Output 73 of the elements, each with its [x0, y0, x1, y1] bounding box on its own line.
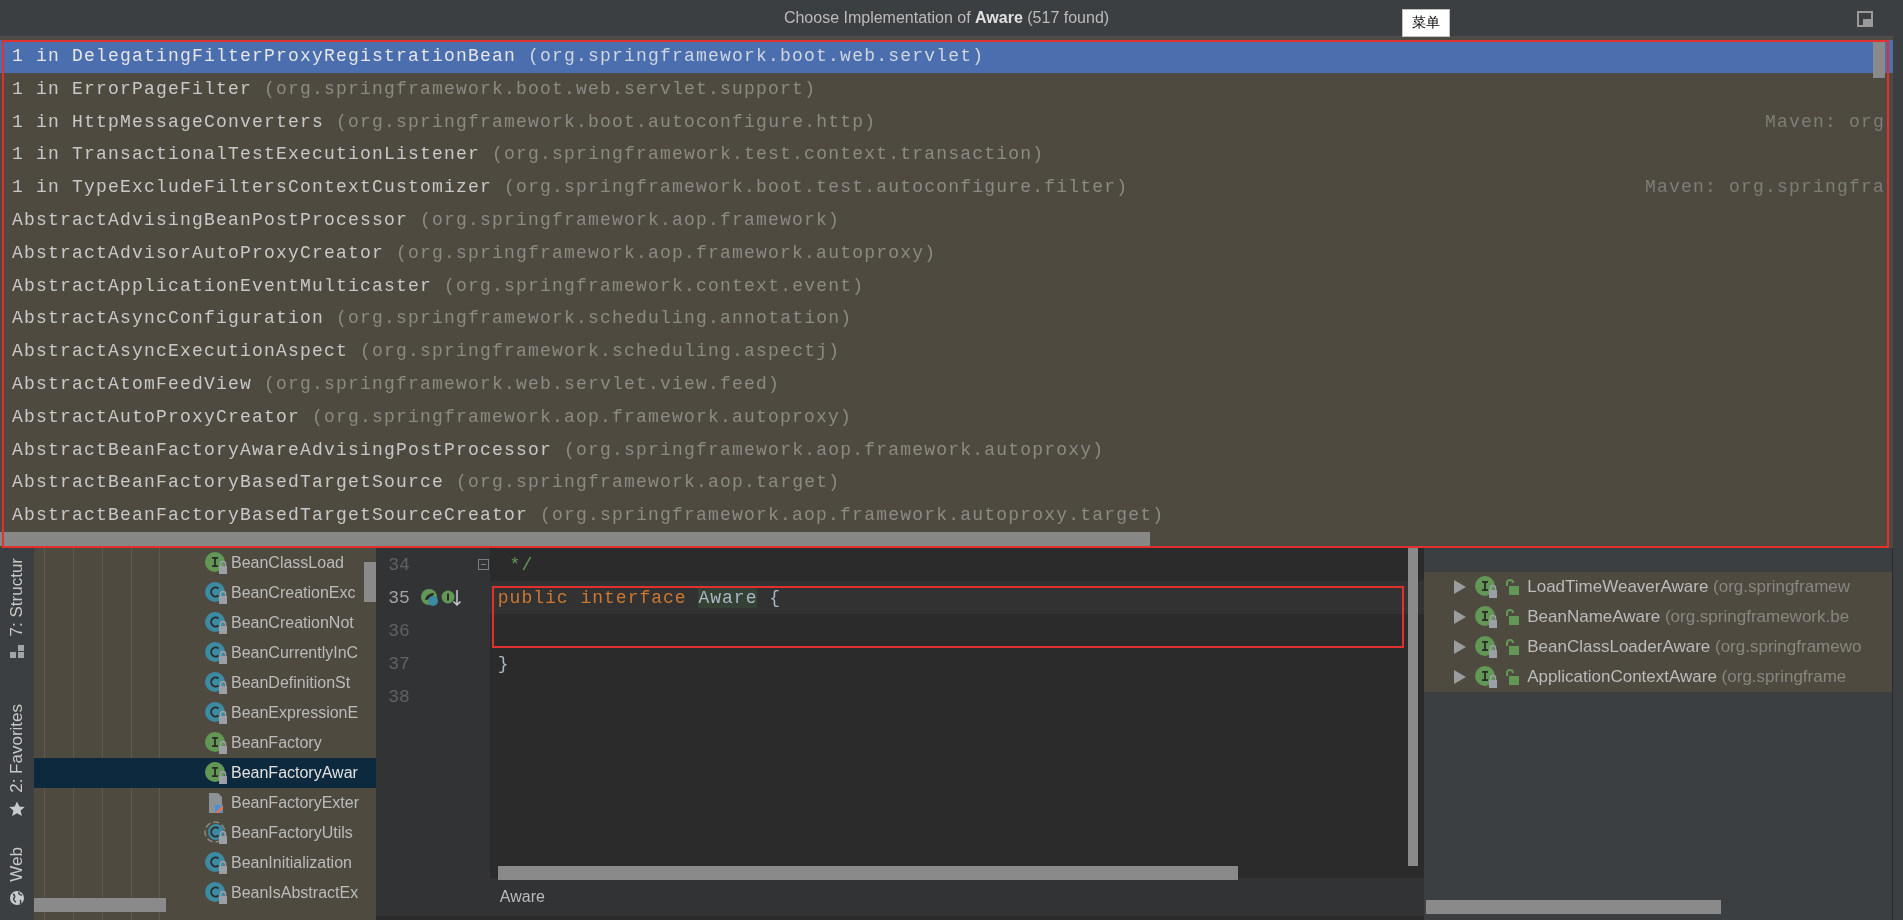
tree-item[interactable]: BeanClassLoad — [231, 554, 344, 572]
interface-icon — [204, 551, 228, 575]
star-icon[interactable] — [9, 801, 25, 818]
tree-item[interactable]: BeanInitialization — [231, 854, 352, 872]
breadcrumb[interactable]: Aware — [499, 888, 545, 906]
class-icon — [204, 851, 228, 875]
scrollbar-thumb[interactable] — [1426, 900, 1722, 914]
interface-icon — [204, 731, 228, 755]
tree-item[interactable]: BeanCurrentlyInC — [231, 644, 359, 662]
class-icon — [204, 611, 228, 635]
tree-item[interactable]: BeanFactoryExter — [231, 794, 360, 812]
scrollbar-thumb[interactable] — [34, 898, 166, 912]
interface-icon — [1474, 605, 1499, 629]
list-item[interactable]: AbstractAdvisorAutoProxyCreator (org.springframework.aop.framework.autoproxy) — [0, 236, 1893, 270]
scrollbar-thumb[interactable] — [0, 532, 1150, 546]
unlocked-icon — [1506, 669, 1520, 685]
scrollbar-thumb[interactable] — [1408, 548, 1419, 866]
scrollbar-thumb[interactable] — [1873, 42, 1885, 78]
tree-item[interactable]: BeanFactoryUtils — [231, 824, 353, 842]
tree-item[interactable]: BeanExpressionE — [231, 704, 359, 722]
tool-window-tab[interactable]: 7: Structur — [7, 558, 27, 637]
class-icon — [204, 671, 228, 695]
list-item[interactable]: AbstractBeanFactoryBasedTargetSourceCreator (org.springframework.aop.framework.autoproxy.target) — [0, 499, 1893, 532]
window-icon[interactable] — [1857, 11, 1873, 27]
unlocked-icon — [1506, 609, 1520, 625]
list-item[interactable]: AbstractAsyncConfiguration (org.springframework.scheduling.annotation) — [0, 302, 1893, 336]
tool-window-tab[interactable]: Web — [7, 847, 27, 882]
tree-item[interactable]: BeanDefinitionSt — [231, 674, 351, 692]
list-item[interactable]: 1 in DelegatingFilterProxyRegistrationBean (org.springframework.boot.web.servlet) — [0, 40, 1893, 73]
library-location: Maven: org — [1764, 110, 1885, 134]
code-line: */ — [508, 554, 534, 575]
interface-icon — [1474, 665, 1499, 689]
list-item[interactable]: 1 in TransactionalTestExecutionListener (org.springframework.test.context.transaction) — [0, 138, 1893, 172]
scrollbar-thumb[interactable] — [497, 866, 1238, 880]
globe-icon[interactable] — [9, 889, 25, 906]
tree-item[interactable]: BeanFactory — [231, 734, 322, 752]
expand-arrow-icon — [1454, 640, 1467, 654]
list-item[interactable]: 1 in ErrorPageFilter (org.springframework.boot.web.servlet.support) — [0, 72, 1893, 106]
expand-arrow-icon — [1454, 580, 1467, 594]
abstract-class-icon — [204, 821, 228, 845]
structure-icon[interactable] — [9, 644, 25, 661]
implemented-arrow-icon — [440, 588, 462, 607]
tree-item[interactable]: BeanCreationExc — [231, 584, 356, 602]
interface-icon — [1474, 635, 1499, 659]
unlocked-icon — [1506, 579, 1520, 595]
class-icon — [204, 641, 228, 665]
expand-arrow-icon — [1454, 670, 1467, 684]
library-location: Maven: org.springfra — [1644, 176, 1885, 200]
class-icon — [204, 581, 228, 605]
list-item[interactable]: AbstractAsyncExecutionAspect (org.springframework.scheduling.aspectj) — [0, 335, 1893, 368]
interface-icon — [1474, 575, 1499, 599]
list-item[interactable]: AbstractBeanFactoryBasedTargetSource (org.springframework.aop.target) — [0, 466, 1893, 500]
line-number: 35 — [387, 587, 410, 608]
scrollbar-thumb[interactable] — [363, 562, 376, 602]
expand-arrow-icon — [1454, 610, 1467, 624]
list-item[interactable]: AbstractAtomFeedView (org.springframework.web.servlet.view.feed) — [0, 367, 1893, 401]
class-icon — [204, 701, 228, 725]
list-item[interactable]: AbstractBeanFactoryAwareAdvisingPostProcessor (org.springframework.aop.framework.autoproxy) — [0, 433, 1893, 467]
list-item[interactable]: AbstractApplicationEventMulticaster (org.springframework.context.event) — [0, 269, 1893, 303]
code-line: } — [497, 653, 510, 674]
list-item[interactable]: AbstractAutoProxyCreator (org.springframework.aop.framework.autoproxy) — [0, 400, 1893, 434]
interface-icon — [204, 761, 228, 785]
list-item[interactable]: AbstractAdvisingBeanPostProcessor (org.springframework.aop.framework) — [0, 204, 1893, 237]
class-icon — [204, 881, 228, 905]
tool-window-tab[interactable]: 2: Favorites — [7, 704, 27, 794]
code-line: public interface Aware { — [497, 587, 782, 608]
popup-title: Choose Implementation of Aware (517 found) — [783, 9, 1110, 27]
list-item[interactable]: 1 in TypeExcludeFiltersContextCustomizer (org.springframework.boot.test.autoconfigure.filter) Maven: org.springfra — [0, 171, 1893, 204]
list-item[interactable]: 1 in HttpMessageConverters (org.springframework.boot.autoconfigure.http) Maven: org — [0, 105, 1893, 139]
unlocked-icon — [1506, 639, 1520, 655]
tooltip: 菜单 — [1402, 9, 1450, 37]
tree-item[interactable]: BeanCreationNot — [231, 614, 354, 632]
tree-item[interactable]: BeanIsAbstractEx — [231, 884, 359, 902]
